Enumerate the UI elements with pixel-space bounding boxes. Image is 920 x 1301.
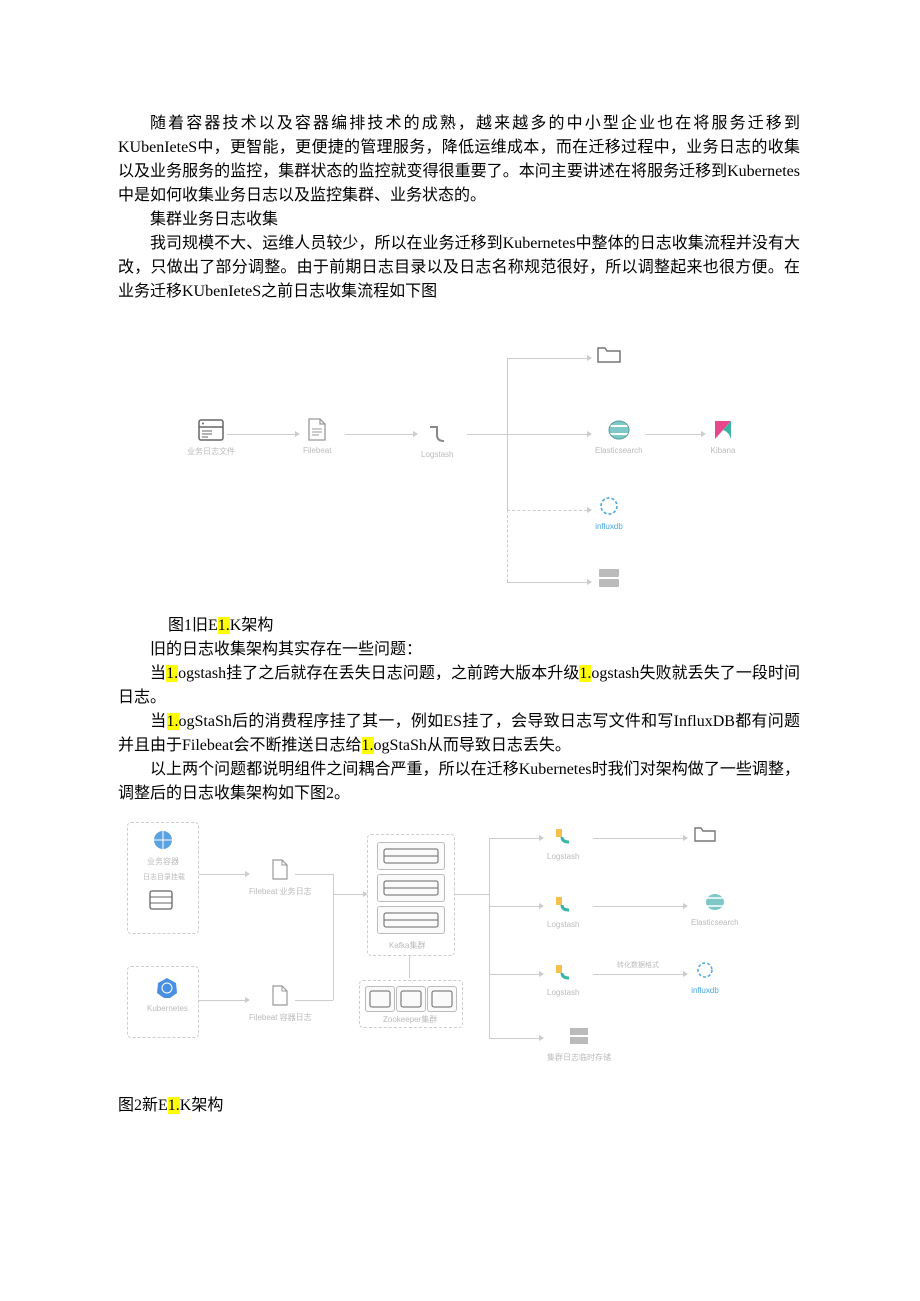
node-label: 业务容器 xyxy=(147,856,179,867)
influxdb-icon xyxy=(595,494,623,518)
paragraph-5: 当1.ogstash挂了之后就存在丢失日志问题，之前跨大版本升级1.ogstas… xyxy=(118,662,800,710)
paragraph-intro: 随着容器技术以及容器编排技术的成熟，越来越多的中小型企业也在将服务迁移到KUbe… xyxy=(118,112,800,208)
text: 当 xyxy=(150,713,167,730)
node-label: Filebeat xyxy=(303,446,331,455)
node-label: 日志目录挂载 xyxy=(143,872,185,882)
paragraph-7: 以上两个问题都说明组件之间耦合严重，所以在迁移Kubernetes时我们对架构做… xyxy=(118,758,800,806)
node-folder2 xyxy=(691,822,719,850)
file-icon xyxy=(303,418,331,442)
node-filebeat: Filebeat xyxy=(303,418,331,455)
node-storage xyxy=(147,888,175,916)
figure-1: 业务日志文件 Filebeat Logstash xyxy=(118,334,800,604)
node-label: Zookeeper集群 xyxy=(383,1014,437,1025)
figure-1-caption: 图1旧E1.K架构 xyxy=(168,614,800,638)
node-label: influxdb xyxy=(691,986,719,995)
node-influx2: influxdb xyxy=(691,958,719,995)
node-label: Elasticsearch xyxy=(691,918,739,927)
node-es2: Elasticsearch xyxy=(691,890,739,927)
kibana-icon xyxy=(709,418,737,442)
node-ls2: Logstash xyxy=(547,892,579,929)
file-icon xyxy=(266,858,294,882)
node-biz-container: 业务容器 xyxy=(147,828,179,867)
caption-text: K架构 xyxy=(230,617,274,634)
node-logfile: 业务日志文件 xyxy=(187,418,235,457)
k8s-icon xyxy=(153,976,181,1000)
figure-2-caption: 图2新E1.K架构 xyxy=(118,1094,800,1118)
elasticsearch-icon xyxy=(701,890,729,914)
zk-node xyxy=(365,986,395,1012)
node-label: Kubernetes xyxy=(147,1004,188,1013)
logstash-icon xyxy=(549,892,577,916)
server-icon xyxy=(147,888,175,912)
server-icon xyxy=(197,418,225,442)
kafka-label: Kafka集群 xyxy=(389,940,425,951)
caption-text: 图1旧E xyxy=(168,617,218,634)
node-ls1: Logstash xyxy=(547,824,579,861)
zk-node xyxy=(396,986,426,1012)
node-filebeat-2: Filebeat 容器日志 xyxy=(249,984,312,1023)
paragraph-6: 当1.ogStaSh后的消费程序挂了其一，例如ES挂了，会导致日志写文件和写In… xyxy=(118,710,800,758)
kafka-node xyxy=(377,906,445,934)
node-es: Elasticsearch xyxy=(595,418,643,455)
zk-node xyxy=(427,986,457,1012)
node-kibana: Kibana xyxy=(709,418,737,455)
transform-label: 转化数据格式 xyxy=(617,960,659,970)
caption-text: K架构 xyxy=(180,1097,224,1114)
node-label: Logstash xyxy=(547,920,579,929)
paragraph-3: 我司规模不大、运维人员较少，所以在业务迁移到Kubernetes中整体的日志收集… xyxy=(118,232,800,304)
node-grey xyxy=(595,566,623,594)
figure-2: 业务容器 日志目录挂载 Kubernetes Filebeat 业务日志 Fil… xyxy=(118,816,800,1086)
logstash-icon xyxy=(423,422,451,446)
node-mount: 日志目录挂载 xyxy=(143,872,185,882)
node-label: Elasticsearch xyxy=(595,446,643,455)
caption-text: 图2新E xyxy=(118,1097,168,1114)
highlight-text: 1. xyxy=(579,665,591,682)
node-logstash: Logstash xyxy=(421,422,453,459)
node-label: Filebeat 容器日志 xyxy=(249,1012,312,1023)
node-label: Logstash xyxy=(421,450,453,459)
node-folder xyxy=(595,342,623,370)
logstash-icon xyxy=(549,824,577,848)
text: ogStaSh从而导致日志丢失。 xyxy=(374,737,571,754)
storage-icon xyxy=(595,566,623,590)
globe-icon xyxy=(149,828,177,852)
node-label: Logstash xyxy=(547,988,579,997)
node-influx: influxdb xyxy=(595,494,623,531)
node-k8s: Kubernetes xyxy=(147,976,188,1013)
logstash-icon xyxy=(549,960,577,984)
document-page: 随着容器技术以及容器编排技术的成熟，越来越多的中小型企业也在将服务迁移到KUbe… xyxy=(0,0,920,1178)
node-filebeat-1: Filebeat 业务日志 xyxy=(249,858,312,897)
file-icon xyxy=(266,984,294,1008)
caption-highlight: 1. xyxy=(168,1097,180,1114)
diagram-new-elk: 业务容器 日志目录挂载 Kubernetes Filebeat 业务日志 Fil… xyxy=(119,816,799,1086)
paragraph-section-title: 集群业务日志收集 xyxy=(118,208,800,232)
node-label: Kafka集群 xyxy=(389,940,425,951)
highlight-text: 1. xyxy=(167,713,179,730)
highlight-text: 1. xyxy=(166,665,178,682)
node-ls3: Logstash xyxy=(547,960,579,997)
node-label: Kibana xyxy=(711,446,736,455)
storage-icon xyxy=(565,1024,593,1048)
elasticsearch-icon xyxy=(605,418,633,442)
folder-icon xyxy=(595,342,623,366)
folder-icon xyxy=(691,822,719,846)
text: 当 xyxy=(150,665,166,682)
node-label: Filebeat 业务日志 xyxy=(249,886,312,897)
diagram-old-elk: 业务日志文件 Filebeat Logstash xyxy=(179,334,739,604)
paragraph-4: 旧的日志收集架构其实存在一些问题： xyxy=(118,638,800,662)
node-label: 业务日志文件 xyxy=(187,446,235,457)
node-grey2: 集群日志临时存储 xyxy=(547,1024,611,1063)
highlight-text: 1. xyxy=(362,737,374,754)
node-label: 集群日志临时存储 xyxy=(547,1052,611,1063)
kafka-node xyxy=(377,842,445,870)
node-label: influxdb xyxy=(595,522,623,531)
zk-label: Zookeeper集群 xyxy=(383,1014,437,1025)
kafka-node xyxy=(377,874,445,902)
caption-highlight: 1. xyxy=(218,617,230,634)
node-label: Logstash xyxy=(547,852,579,861)
influxdb-icon xyxy=(691,958,719,982)
text: ogstash挂了之后就存在丢失日志问题，之前跨大版本升级 xyxy=(178,665,579,682)
node-label: 转化数据格式 xyxy=(617,960,659,970)
